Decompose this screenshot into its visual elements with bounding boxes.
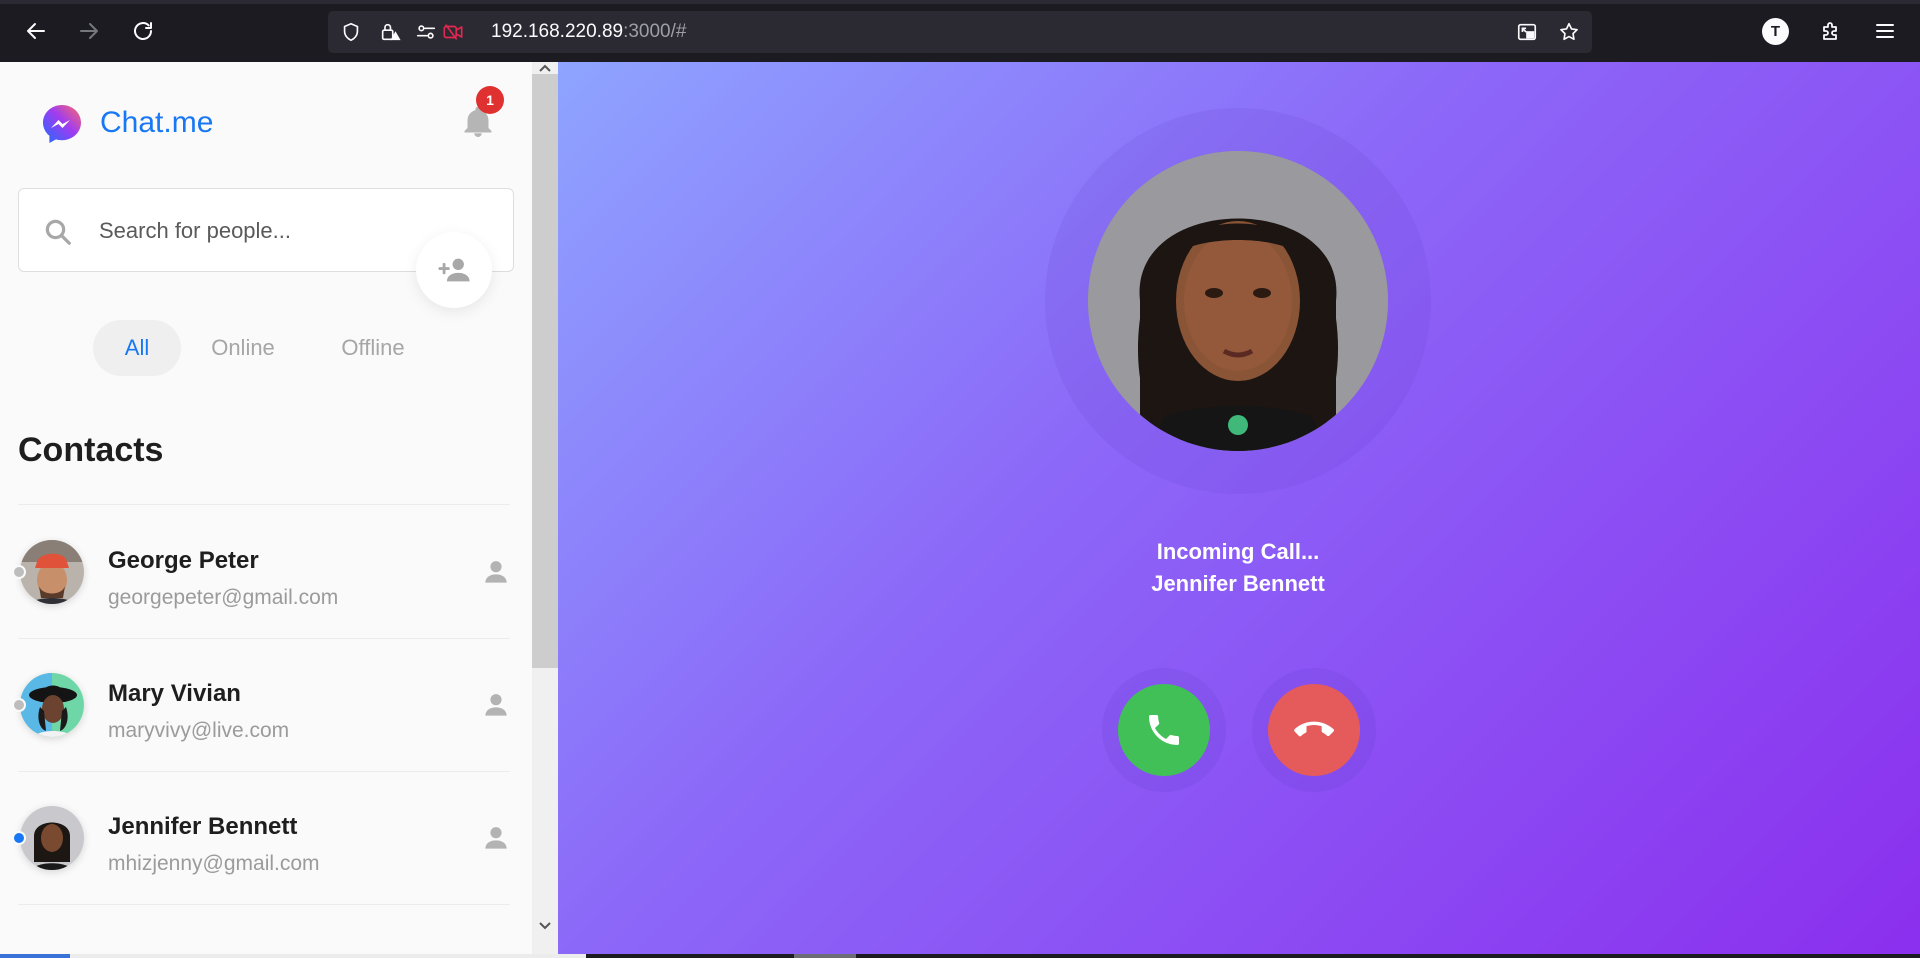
url-port-path: :3000/# (623, 21, 687, 42)
forward-button[interactable] (70, 12, 108, 50)
status-dot-offline (12, 698, 26, 712)
bottom-strip (0, 954, 1920, 958)
picture-in-picture-icon[interactable] (1515, 20, 1539, 44)
permissions-icon[interactable] (414, 20, 438, 44)
divider (18, 904, 510, 905)
hang-up-icon (1294, 721, 1334, 737)
contact-item-mary-vivian[interactable]: Mary Vivian maryvivy@live.com (0, 639, 532, 771)
contact-item-jennifer-bennett[interactable]: Jennifer Bennett mhizjenny@gmail.com (0, 772, 532, 904)
add-person-icon (438, 258, 470, 282)
tab-all[interactable]: All (93, 320, 181, 376)
contact-email: mhizjenny@gmail.com (108, 852, 320, 875)
address-bar[interactable]: 192.168.220.89:3000/# (328, 11, 1592, 53)
contact-name: George Peter (108, 547, 259, 574)
strip-segment (70, 954, 586, 958)
phone-icon (1149, 715, 1179, 745)
strip-segment (794, 954, 856, 958)
strip-segment (0, 954, 70, 958)
back-button[interactable] (17, 12, 55, 50)
incoming-call-panel: Incoming Call... Jennifer Bennett (558, 62, 1920, 958)
contacts-heading: Contacts (18, 431, 164, 469)
accept-call-button[interactable] (1118, 684, 1210, 776)
lock-warning-icon[interactable] (378, 20, 402, 44)
brand-name[interactable]: Chat.me (100, 102, 213, 144)
reload-button[interactable] (124, 12, 162, 50)
profile-avatar[interactable]: T (1762, 18, 1789, 45)
menu-icon (1876, 24, 1894, 38)
caller-photo (1088, 151, 1388, 451)
tab-offline[interactable]: Offline (323, 320, 423, 376)
caller-name: Jennifer Bennett (1151, 571, 1325, 596)
reload-icon (134, 22, 152, 40)
sidebar-scrollbar[interactable] (532, 62, 558, 958)
contact-email: maryvivy@live.com (108, 719, 290, 742)
avatar (20, 806, 84, 870)
url-text[interactable]: 192.168.220.89:3000/# (491, 20, 686, 44)
messenger-logo-icon (43, 105, 81, 143)
status-dot-offline (12, 565, 26, 579)
scroll-up-arrow-icon[interactable] (537, 62, 553, 74)
scroll-down-arrow-icon[interactable] (537, 920, 553, 932)
back-arrow-icon (27, 23, 45, 39)
scrollbar-thumb[interactable] (532, 74, 558, 668)
app-menu-button[interactable] (1866, 12, 1904, 50)
extensions-icon (1823, 22, 1837, 40)
search-input[interactable] (99, 209, 419, 253)
status-dot-online (12, 831, 26, 845)
avatar (20, 673, 84, 737)
sidebar: Chat.me 1 All Online Offline Contacts (0, 62, 532, 958)
camera-blocked-icon[interactable] (441, 20, 465, 44)
divider (18, 504, 510, 505)
forward-arrow-icon (80, 23, 98, 39)
contact-email: georgepeter@gmail.com (108, 586, 339, 609)
decline-call-ring (1252, 668, 1376, 792)
avatar (20, 540, 84, 604)
browser-toolbar: 192.168.220.89:3000/# T (0, 0, 1920, 62)
shield-icon[interactable] (339, 20, 363, 44)
notification-badge: 1 (476, 86, 504, 114)
url-host: 192.168.220.89 (491, 21, 624, 42)
tab-strip-edge (0, 0, 1920, 4)
tab-online[interactable]: Online (195, 320, 291, 376)
search-icon (45, 219, 71, 245)
add-contact-button[interactable] (416, 232, 492, 308)
accept-call-ring (1102, 668, 1226, 792)
person-icon[interactable] (480, 689, 512, 721)
person-icon[interactable] (480, 822, 512, 854)
decline-call-button[interactable] (1268, 684, 1360, 776)
contact-name: Mary Vivian (108, 680, 241, 707)
extensions-button[interactable] (1812, 12, 1850, 50)
bookmark-star-icon[interactable] (1557, 20, 1581, 44)
page-viewport: Chat.me 1 All Online Offline Contacts (0, 62, 1920, 958)
person-icon[interactable] (480, 556, 512, 588)
call-status-text: Incoming Call... (1156, 539, 1320, 564)
contact-name: Jennifer Bennett (108, 813, 298, 840)
contact-item-george-peter[interactable]: George Peter georgepeter@gmail.com (0, 506, 532, 638)
